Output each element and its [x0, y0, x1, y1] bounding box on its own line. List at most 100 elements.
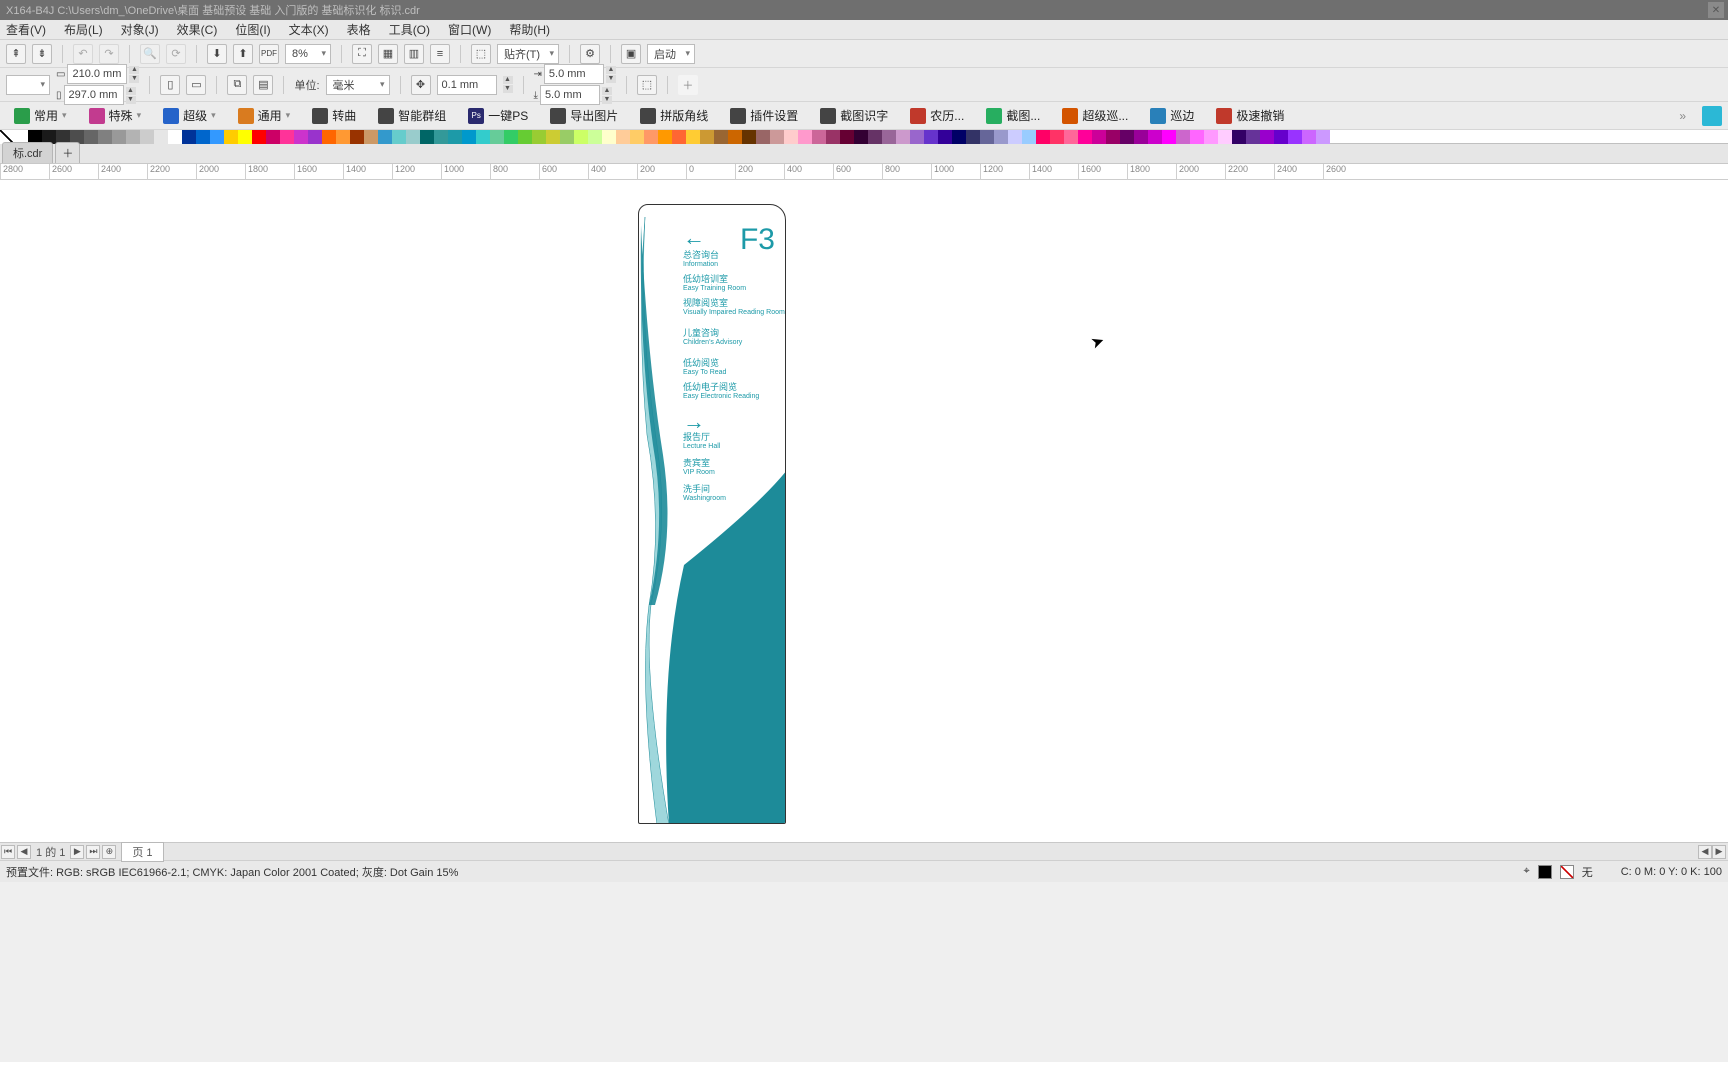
plugin-settings[interactable]: 插件设置: [722, 107, 806, 124]
color-swatch[interactable]: [434, 130, 448, 144]
scroll-left-icon[interactable]: ◀: [1698, 845, 1712, 859]
spin-up-icon[interactable]: ▲: [129, 66, 139, 74]
color-swatch[interactable]: [336, 130, 350, 144]
spin-up-icon[interactable]: ▲: [606, 66, 616, 74]
undo-icon[interactable]: ↶: [73, 44, 93, 64]
color-swatch[interactable]: [868, 130, 882, 144]
plugin-calendar[interactable]: 农历...: [902, 107, 972, 124]
plugin-spell[interactable]: 拼版角线: [632, 107, 716, 124]
color-swatch[interactable]: [602, 130, 616, 144]
color-swatch[interactable]: [714, 130, 728, 144]
page-next-icon[interactable]: ▶: [70, 845, 84, 859]
color-swatch[interactable]: [1162, 130, 1176, 144]
page-tab[interactable]: 页 1: [121, 842, 163, 862]
sign-artwork[interactable]: F3 ← → 总咨询台Information低幼培训室Easy Training…: [638, 204, 786, 824]
color-swatch[interactable]: [476, 130, 490, 144]
color-swatch[interactable]: [420, 130, 434, 144]
color-swatch[interactable]: [658, 130, 672, 144]
color-swatch[interactable]: [1064, 130, 1078, 144]
color-swatch[interactable]: [616, 130, 630, 144]
color-swatch[interactable]: [784, 130, 798, 144]
h-scrollbar[interactable]: ◀ ▶: [164, 845, 1728, 859]
color-swatch[interactable]: [210, 130, 224, 144]
launch-combo[interactable]: 启动: [647, 44, 695, 64]
page-preset-combo[interactable]: [6, 75, 50, 95]
color-swatch[interactable]: [896, 130, 910, 144]
plugin-super[interactable]: 超级▾: [155, 107, 224, 124]
color-swatch[interactable]: [112, 130, 126, 144]
color-swatch[interactable]: [1022, 130, 1036, 144]
color-swatch[interactable]: [280, 130, 294, 144]
color-swatch[interactable]: [294, 130, 308, 144]
doc-up-icon[interactable]: ⬆: [233, 44, 253, 64]
spin-down-icon[interactable]: ▼: [606, 75, 616, 83]
menu-view[interactable]: 查看(V): [6, 21, 46, 38]
grid-icon[interactable]: ▥: [404, 44, 424, 64]
add-icon[interactable]: ＋: [678, 75, 698, 95]
color-swatch[interactable]: [1288, 130, 1302, 144]
color-swatch[interactable]: [798, 130, 812, 144]
treat-as-filled-icon[interactable]: ⬚: [637, 75, 657, 95]
color-swatch[interactable]: [910, 130, 924, 144]
color-swatch[interactable]: [1134, 130, 1148, 144]
color-swatch[interactable]: [756, 130, 770, 144]
color-swatch[interactable]: [532, 130, 546, 144]
all-pages-icon[interactable]: ⧉: [227, 75, 247, 95]
plugin-screenshot[interactable]: 截图...: [978, 107, 1048, 124]
menu-text[interactable]: 文本(X): [289, 21, 329, 38]
add-document-tab[interactable]: ＋: [55, 142, 80, 163]
color-swatch[interactable]: [168, 130, 182, 144]
nudge-icon[interactable]: ✥: [411, 75, 431, 95]
color-swatch[interactable]: [252, 130, 266, 144]
options-icon[interactable]: ⚙: [580, 44, 600, 64]
color-swatch[interactable]: [1106, 130, 1120, 144]
menu-bitmap[interactable]: 位图(I): [235, 21, 270, 38]
zoom-combo[interactable]: 8%: [285, 44, 331, 64]
color-swatch[interactable]: [1302, 130, 1316, 144]
color-swatch[interactable]: [1078, 130, 1092, 144]
spin-up-icon[interactable]: ▲: [126, 87, 136, 95]
portrait-icon[interactable]: ▯: [160, 75, 180, 95]
redo-icon[interactable]: ↷: [99, 44, 119, 64]
color-swatch[interactable]: [1176, 130, 1190, 144]
color-swatch[interactable]: [462, 130, 476, 144]
color-swatch[interactable]: [882, 130, 896, 144]
fill-swatch[interactable]: [1538, 865, 1552, 879]
color-swatch[interactable]: [574, 130, 588, 144]
plugin-patrol2[interactable]: 巡边: [1142, 107, 1202, 124]
nudge-field[interactable]: 0.1 mm: [437, 75, 497, 95]
color-swatch[interactable]: [378, 130, 392, 144]
dup-y-field[interactable]: 5.0 mm: [540, 85, 600, 105]
menu-effect[interactable]: 效果(C): [177, 21, 218, 38]
color-swatch[interactable]: [392, 130, 406, 144]
chevron-right-icon[interactable]: »: [1679, 109, 1686, 123]
snap-combo[interactable]: 贴齐(T): [497, 44, 559, 64]
plugin-ps[interactable]: Ps一键PS: [460, 107, 536, 124]
color-swatch[interactable]: [350, 130, 364, 144]
color-swatch[interactable]: [518, 130, 532, 144]
page-height-field[interactable]: 297.0 mm: [64, 85, 124, 105]
color-swatch[interactable]: [560, 130, 574, 144]
color-swatch[interactable]: [826, 130, 840, 144]
color-swatch[interactable]: [154, 130, 168, 144]
color-swatch[interactable]: [308, 130, 322, 144]
color-swatch[interactable]: [266, 130, 280, 144]
plugin-export[interactable]: 导出图片: [542, 107, 626, 124]
color-swatch[interactable]: [812, 130, 826, 144]
color-swatch[interactable]: [924, 130, 938, 144]
color-swatch[interactable]: [1148, 130, 1162, 144]
color-swatch[interactable]: [196, 130, 210, 144]
plugin-ocr[interactable]: 截图识字: [812, 107, 896, 124]
plugin-common[interactable]: 常用▾: [6, 107, 75, 124]
color-swatch[interactable]: [588, 130, 602, 144]
canvas[interactable]: F3 ← → 总咨询台Information低幼培训室Easy Training…: [0, 180, 1728, 842]
color-swatch[interactable]: [700, 130, 714, 144]
color-swatch[interactable]: [1246, 130, 1260, 144]
spin-down-icon[interactable]: ▼: [129, 75, 139, 83]
color-swatch[interactable]: [1218, 130, 1232, 144]
color-swatch[interactable]: [1204, 130, 1218, 144]
page-first-icon[interactable]: ⏮: [1, 845, 15, 859]
menu-table[interactable]: 表格: [347, 21, 371, 38]
refresh-icon[interactable]: ⟳: [166, 44, 186, 64]
menu-layout[interactable]: 布局(L): [64, 21, 103, 38]
